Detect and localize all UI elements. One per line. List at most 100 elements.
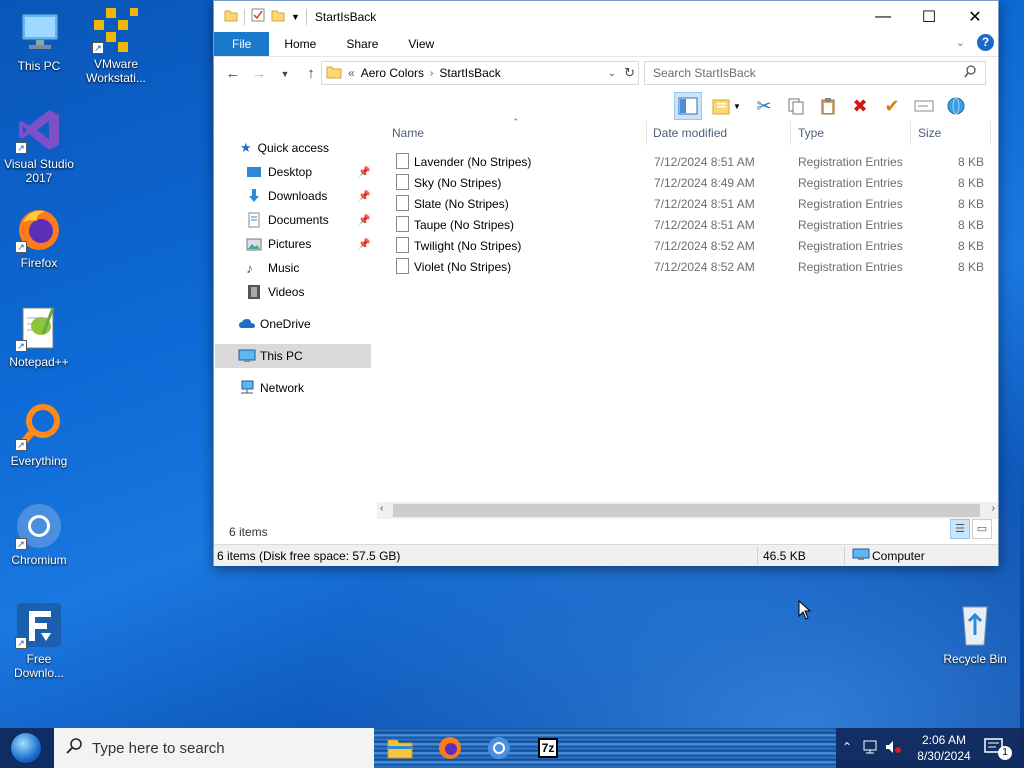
- file-row[interactable]: Sky (No Stripes) 7/12/2024 8:49 AM Regis…: [390, 172, 990, 193]
- column-divider[interactable]: [790, 121, 791, 145]
- file-row[interactable]: Taupe (No Stripes) 7/12/2024 8:51 AM Reg…: [390, 214, 990, 235]
- pin-icon[interactable]: 📌: [358, 167, 370, 178]
- column-header-date[interactable]: Date modified: [653, 121, 727, 145]
- address-bar[interactable]: « Aero Colors › StartIsBack ⌄ ↻: [321, 61, 639, 85]
- nav-item-this-pc[interactable]: This PC: [215, 344, 371, 368]
- notification-badge: 1: [998, 746, 1012, 760]
- minimize-button[interactable]: —: [860, 1, 906, 32]
- desktop-icon-label: Visual Studio 2017: [4, 157, 74, 185]
- window-controls: — ☐ ✕: [860, 1, 998, 32]
- scroll-right-icon[interactable]: ›: [992, 503, 995, 514]
- taskbar-file-explorer[interactable]: [382, 732, 418, 764]
- tab-file[interactable]: File: [214, 32, 270, 56]
- folder-icon: [224, 8, 238, 25]
- items-count: 6 items: [229, 525, 268, 539]
- chevron-down-icon[interactable]: ▼: [291, 12, 300, 22]
- search-input[interactable]: Search StartIsBack: [644, 61, 986, 85]
- column-header-name[interactable]: Name: [392, 121, 424, 145]
- desktop-icon-this-pc[interactable]: This PC: [1, 8, 77, 73]
- show-hidden-icons-chevron-up-icon[interactable]: ⌃: [842, 740, 852, 754]
- everything-icon: ↗: [15, 403, 63, 451]
- tab-view[interactable]: View: [393, 32, 449, 56]
- globe-button[interactable]: [942, 92, 970, 120]
- close-button[interactable]: ✕: [952, 1, 998, 32]
- expand-ribbon-icon[interactable]: ⌄: [956, 36, 965, 49]
- desktop-icon-free-download-manager[interactable]: ↗ Free Downlo...: [1, 601, 77, 680]
- file-date: 7/12/2024 8:49 AM: [654, 175, 755, 190]
- delete-button[interactable]: ✖: [846, 92, 874, 120]
- nav-item-videos[interactable]: Videos: [246, 280, 304, 304]
- desktop-icon-vmware[interactable]: ↗ VMware Workstati...: [78, 6, 154, 85]
- taskbar-firefox[interactable]: [432, 732, 468, 764]
- volume-muted-icon[interactable]: [884, 739, 902, 758]
- tab-home[interactable]: Home: [269, 32, 331, 56]
- nav-item-onedrive[interactable]: OneDrive: [238, 312, 311, 336]
- nav-item-network[interactable]: Network: [238, 376, 304, 400]
- column-header-type[interactable]: Type: [798, 121, 824, 145]
- refresh-button[interactable]: ↻: [624, 65, 635, 81]
- pin-icon[interactable]: 📌: [358, 239, 370, 250]
- rename-button[interactable]: [910, 92, 938, 120]
- details-view-button[interactable]: ☰: [950, 519, 970, 539]
- registry-file-icon: [396, 216, 409, 232]
- desktop-icon-recycle-bin[interactable]: Recycle Bin: [937, 601, 1013, 666]
- tab-share[interactable]: Share: [331, 32, 393, 56]
- desktop-icon-chromium[interactable]: ↗ Chromium: [1, 502, 77, 567]
- desktop-icon-visual-studio[interactable]: ↗ Visual Studio 2017: [1, 106, 77, 185]
- taskbar-clock[interactable]: 2:06 AM 8/30/2024: [914, 732, 974, 764]
- help-button[interactable]: ?: [977, 34, 994, 51]
- desktop-icon-notepadpp[interactable]: ↗ Notepad++: [1, 304, 77, 369]
- preview-pane-button[interactable]: [674, 92, 702, 120]
- scrollbar-thumb[interactable]: [393, 504, 980, 517]
- new-folder-button[interactable]: ▼: [706, 92, 746, 120]
- taskbar-chromium[interactable]: [481, 732, 517, 764]
- address-overflow[interactable]: «: [348, 66, 355, 80]
- pin-icon[interactable]: 📌: [358, 191, 370, 202]
- column-divider[interactable]: [910, 121, 911, 145]
- file-row[interactable]: Twilight (No Stripes) 7/12/2024 8:52 AM …: [390, 235, 990, 256]
- title-bar: ▼ StartIsBack — ☐ ✕: [214, 1, 998, 32]
- search-icon: [964, 65, 977, 81]
- firefox-icon: ↗: [15, 205, 63, 253]
- taskbar-7zip[interactable]: 7z: [530, 732, 566, 764]
- nav-item-music[interactable]: ♪ Music: [246, 256, 299, 280]
- desktop-icon-everything[interactable]: ↗ Everything: [1, 403, 77, 468]
- copy-button[interactable]: [782, 92, 810, 120]
- file-row[interactable]: Lavender (No Stripes) 7/12/2024 8:51 AM …: [390, 151, 990, 172]
- status-bar: 6 items (Disk free space: 57.5 GB) 46.5 …: [214, 544, 998, 566]
- nav-item-pictures[interactable]: Pictures 📌: [246, 232, 376, 256]
- address-dropdown-button[interactable]: ⌄: [608, 68, 616, 79]
- properties-icon[interactable]: [251, 8, 265, 25]
- taskbar-search-box[interactable]: Type here to search: [54, 728, 374, 768]
- nav-item-quick-access[interactable]: ★ Quick access: [240, 136, 329, 160]
- new-folder-icon[interactable]: [271, 8, 285, 25]
- scroll-left-icon[interactable]: ‹: [380, 503, 383, 514]
- nav-item-desktop[interactable]: Desktop 📌: [246, 160, 376, 184]
- start-button[interactable]: [6, 732, 46, 764]
- file-row[interactable]: Slate (No Stripes) 7/12/2024 8:51 AM Reg…: [390, 193, 990, 214]
- chevron-down-icon[interactable]: ▼: [733, 102, 741, 111]
- apply-button[interactable]: ✔: [878, 92, 906, 120]
- file-row[interactable]: Violet (No Stripes) 7/12/2024 8:52 AM Re…: [390, 256, 990, 277]
- column-divider[interactable]: [646, 121, 647, 145]
- horizontal-scrollbar[interactable]: ‹ ›: [377, 502, 998, 519]
- desktop-icon-firefox[interactable]: ↗ Firefox: [1, 205, 77, 270]
- breadcrumb-segment[interactable]: StartIsBack: [439, 66, 500, 80]
- forward-button[interactable]: →: [246, 65, 272, 82]
- maximize-button[interactable]: ☐: [906, 1, 952, 32]
- pin-icon[interactable]: 📌: [358, 215, 370, 226]
- recent-locations-button[interactable]: ▼: [272, 69, 298, 79]
- paste-button[interactable]: [814, 92, 842, 120]
- nav-item-downloads[interactable]: Downloads 📌: [246, 184, 376, 208]
- column-header-size[interactable]: Size: [918, 121, 941, 145]
- back-button[interactable]: ←: [220, 65, 246, 82]
- registry-file-icon: [396, 174, 409, 190]
- chevron-right-icon[interactable]: ›: [430, 68, 433, 79]
- nav-item-documents[interactable]: Documents 📌: [246, 208, 376, 232]
- firefox-icon: [439, 737, 461, 759]
- column-divider[interactable]: [990, 121, 991, 145]
- breadcrumb-segment[interactable]: Aero Colors: [361, 66, 424, 80]
- cut-button[interactable]: ✂: [750, 92, 778, 120]
- large-icons-view-button[interactable]: ▭: [972, 519, 992, 539]
- network-status-icon[interactable]: [862, 739, 878, 758]
